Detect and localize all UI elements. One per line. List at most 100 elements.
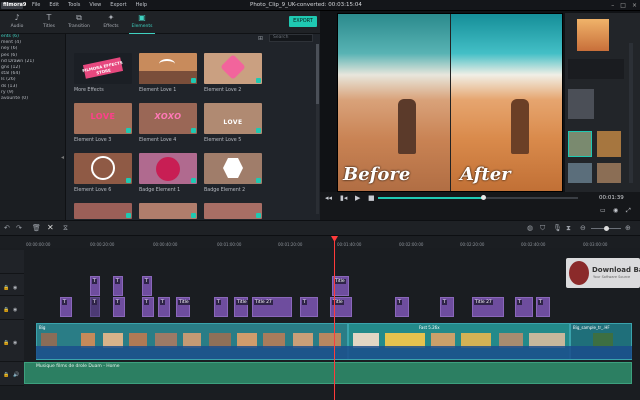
title-clip[interactable]: Title <box>176 297 190 317</box>
download-icon[interactable] <box>256 213 261 218</box>
collapse-arrow-icon[interactable]: ◂ <box>61 154 64 161</box>
split-icon[interactable]: ⧖ <box>63 224 68 233</box>
title-clip[interactable]: Title <box>234 297 248 317</box>
tab-elements[interactable]: ▣ Elements <box>129 11 155 34</box>
element-thumbnail[interactable] <box>74 203 132 219</box>
lock-icon[interactable]: 🔒 <box>3 372 9 378</box>
title-clip[interactable]: T <box>395 297 409 317</box>
element-thumbnail[interactable] <box>204 53 262 84</box>
fullscreen-icon[interactable]: ⤢ <box>626 207 631 215</box>
title-clip[interactable]: T <box>440 297 454 317</box>
category-item[interactable]: avourite (0) <box>0 96 65 102</box>
title-clip[interactable]: Title 27 <box>472 297 504 317</box>
zoom-out-icon[interactable]: ⊖ <box>580 224 586 232</box>
close-icon[interactable]: × <box>632 2 637 9</box>
title-clip[interactable]: T <box>90 276 100 296</box>
title-clip[interactable]: T <box>158 297 170 317</box>
render-icon[interactable]: ◍ <box>527 224 533 232</box>
maximize-icon[interactable]: □ <box>620 2 626 9</box>
library-scrollbar-thumb[interactable] <box>316 44 319 104</box>
tab-transition[interactable]: ⧉ Transition <box>66 11 92 34</box>
title-clip[interactable]: T <box>142 297 154 317</box>
menu-edit[interactable]: Edit <box>49 2 59 8</box>
title-clip[interactable]: T <box>536 297 550 317</box>
download-icon[interactable] <box>191 178 196 183</box>
element-thumbnail[interactable] <box>139 203 197 219</box>
title-clip[interactable]: T <box>113 297 125 317</box>
snap-icon[interactable]: ⧗ <box>566 224 571 233</box>
love-text-art: LOVE <box>90 112 116 121</box>
lock-icon[interactable]: 🔒 <box>3 307 9 313</box>
play-icon[interactable]: ▶ <box>355 194 360 202</box>
element-thumbnail[interactable] <box>139 53 197 84</box>
menu-file[interactable]: File <box>32 2 40 8</box>
lock-icon[interactable]: 🔒 <box>3 285 9 291</box>
side-thumbnail[interactable] <box>577 19 609 51</box>
download-icon[interactable] <box>126 213 131 218</box>
element-thumbnail[interactable]: FILMORA EFFECTS STORE <box>74 53 132 84</box>
title-clip[interactable]: T <box>90 297 100 317</box>
download-icon[interactable] <box>256 128 261 133</box>
side-thumbnail[interactable] <box>597 131 621 157</box>
element-thumbnail[interactable] <box>139 153 197 184</box>
download-icon[interactable] <box>126 178 131 183</box>
video-preview[interactable]: Before After <box>337 13 563 192</box>
playhead[interactable] <box>334 236 335 400</box>
lock-icon[interactable]: 🔒 <box>3 340 9 346</box>
element-thumbnail[interactable] <box>74 153 132 184</box>
title-clip[interactable]: T <box>300 297 318 317</box>
element-thumbnail[interactable]: LOVE <box>204 103 262 134</box>
element-thumbnail[interactable]: XOXO <box>139 103 197 134</box>
minimize-icon[interactable]: – <box>611 2 614 9</box>
skip-back-icon[interactable]: ◂◂ <box>325 194 332 202</box>
menu-view[interactable]: View <box>89 2 101 8</box>
delete-icon[interactable]: 🗑 <box>32 224 41 232</box>
side-thumbnail[interactable] <box>568 89 594 119</box>
stop-icon[interactable]: ■ <box>368 194 375 202</box>
side-thumbnail[interactable] <box>568 163 592 183</box>
zoom-in-icon[interactable]: ⊕ <box>625 224 631 232</box>
element-thumbnail[interactable] <box>204 153 262 184</box>
cut-icon[interactable]: ✕ <box>47 223 54 232</box>
title-clip[interactable]: T <box>60 297 72 317</box>
playback-progress-knob[interactable] <box>481 195 486 200</box>
element-thumbnail[interactable]: LOVE <box>74 103 132 134</box>
tab-titles[interactable]: T Titles <box>36 11 62 34</box>
side-thumbnail[interactable] <box>597 163 621 183</box>
download-icon[interactable] <box>256 78 261 83</box>
eye-icon[interactable]: ◉ <box>13 307 17 313</box>
export-button[interactable]: EXPORT <box>289 16 317 27</box>
voiceover-icon[interactable]: 🎙 <box>553 224 562 232</box>
element-thumbnail[interactable] <box>204 203 262 219</box>
tab-audio[interactable]: ♪ Audio <box>4 11 30 34</box>
element-label: Element Love 5 <box>204 138 242 143</box>
zoom-slider-knob[interactable] <box>604 226 609 231</box>
title-clip[interactable]: T <box>142 276 152 296</box>
redo-icon[interactable]: ↷ <box>16 224 22 232</box>
search-input[interactable]: Search <box>269 34 313 42</box>
download-icon[interactable] <box>126 128 131 133</box>
download-icon[interactable] <box>191 213 196 218</box>
watermark-title: Download Ba <box>592 266 640 274</box>
side-thumbnail[interactable] <box>568 131 592 157</box>
eye-icon[interactable]: ◉ <box>13 340 17 346</box>
monitor-icon[interactable]: ▭ <box>600 207 606 214</box>
eye-icon[interactable]: ◉ <box>13 285 17 291</box>
menu-export[interactable]: Export <box>110 2 126 8</box>
title-clip[interactable]: T <box>214 297 228 317</box>
download-icon[interactable] <box>191 128 196 133</box>
tab-effects[interactable]: ✦ Effects <box>98 11 124 34</box>
title-clip[interactable]: Title 27 <box>252 297 292 317</box>
title-clip[interactable]: T <box>113 276 123 296</box>
download-icon[interactable] <box>256 178 261 183</box>
marker-icon[interactable]: ⛉ <box>540 224 545 233</box>
undo-icon[interactable]: ↶ <box>4 224 10 232</box>
camera-icon[interactable]: ◉ <box>613 207 618 214</box>
title-clip[interactable]: T <box>515 297 533 317</box>
step-back-icon[interactable]: ▮◂ <box>340 194 347 202</box>
menu-tools[interactable]: Tools <box>68 2 80 8</box>
grid-view-icon[interactable]: ⊞ <box>258 35 263 42</box>
speaker-icon[interactable]: 🔊 <box>13 372 19 378</box>
download-icon[interactable] <box>191 78 196 83</box>
menu-help[interactable]: Help <box>136 2 147 8</box>
